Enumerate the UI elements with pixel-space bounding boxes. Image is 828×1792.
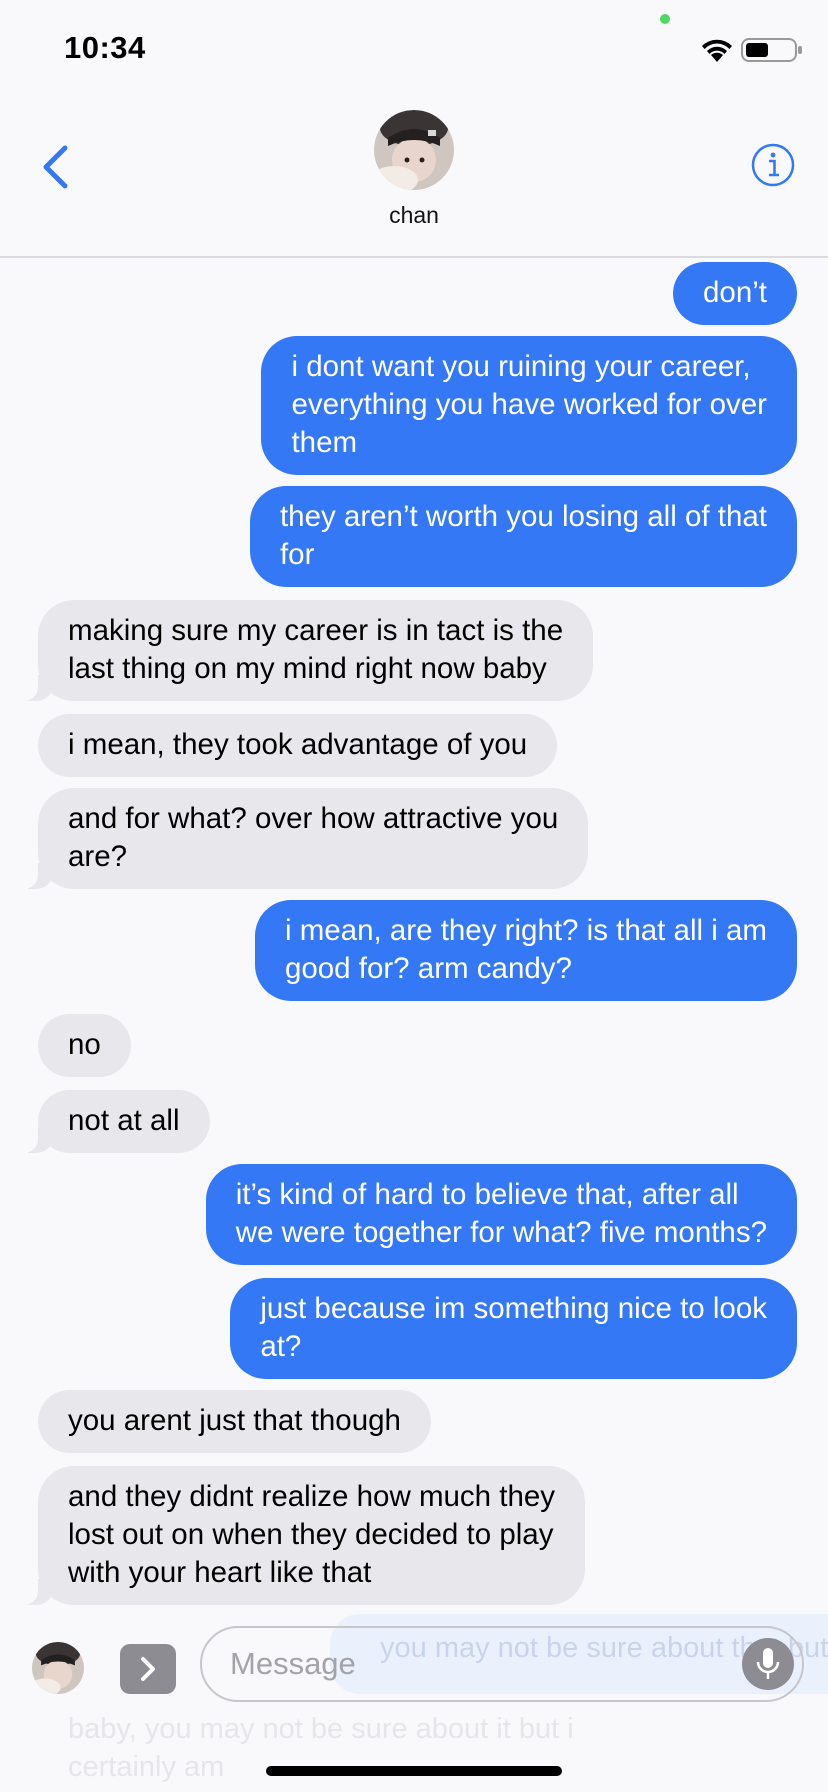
status-bar: 10:34 [0,0,828,90]
message-bubble-received[interactable]: you arent just that though [38,1390,431,1453]
message-bubble-sent[interactable]: don’t [673,262,797,325]
messages-screen: 10:34 chan don’t i dont want you ruining… [0,0,828,1792]
contact-name[interactable]: chan [0,202,828,229]
message-bubble-sent[interactable]: they aren’t worth you losing all of that… [249,486,797,587]
message-bubble-received[interactable]: i mean, they took advantage of you [38,714,558,777]
wifi-icon [702,39,732,62]
composer-bar: you may not be sure about that but baby,… [0,1610,828,1792]
avatar-photo-icon [374,110,454,190]
message-bubble-received[interactable]: and for what? over how attractive you ar… [13,788,589,889]
message-bubble-sent[interactable]: it’s kind of hard to believe that, after… [205,1164,797,1265]
conversation-header: chan [0,90,828,258]
back-button[interactable] [30,134,80,200]
dictation-button[interactable] [742,1638,794,1690]
memoji-avatar-button[interactable] [32,1642,84,1694]
chevron-left-icon [43,145,68,189]
apps-button[interactable] [120,1644,176,1694]
info-icon [751,143,795,187]
battery-icon [741,38,802,62]
message-bubble-sent[interactable]: i dont want you ruining your career, eve… [261,336,797,475]
message-bubble-sent[interactable]: just because im something nice to look a… [230,1278,797,1379]
info-button[interactable] [750,142,796,188]
camera-indicator-icon [660,14,670,24]
message-bubble-sent[interactable]: i mean, are they right? is that all i am… [254,900,797,1001]
home-indicator[interactable] [266,1766,562,1776]
message-bubble-received[interactable]: no [38,1014,131,1077]
message-bubble-received[interactable]: not at all [14,1090,210,1153]
status-time: 10:34 [64,30,146,65]
chevron-right-icon [141,1657,155,1681]
microphone-icon [756,1648,780,1679]
avatar-photo-icon [32,1642,84,1694]
message-bubble-received[interactable]: and they didnt realize how much they los… [13,1466,586,1605]
contact-avatar[interactable] [374,110,454,190]
message-bubble-received[interactable]: making sure my career is in tact is the … [13,600,594,701]
message-input[interactable] [200,1626,804,1702]
message-thread[interactable]: don’t i dont want you ruining your caree… [0,258,828,1610]
